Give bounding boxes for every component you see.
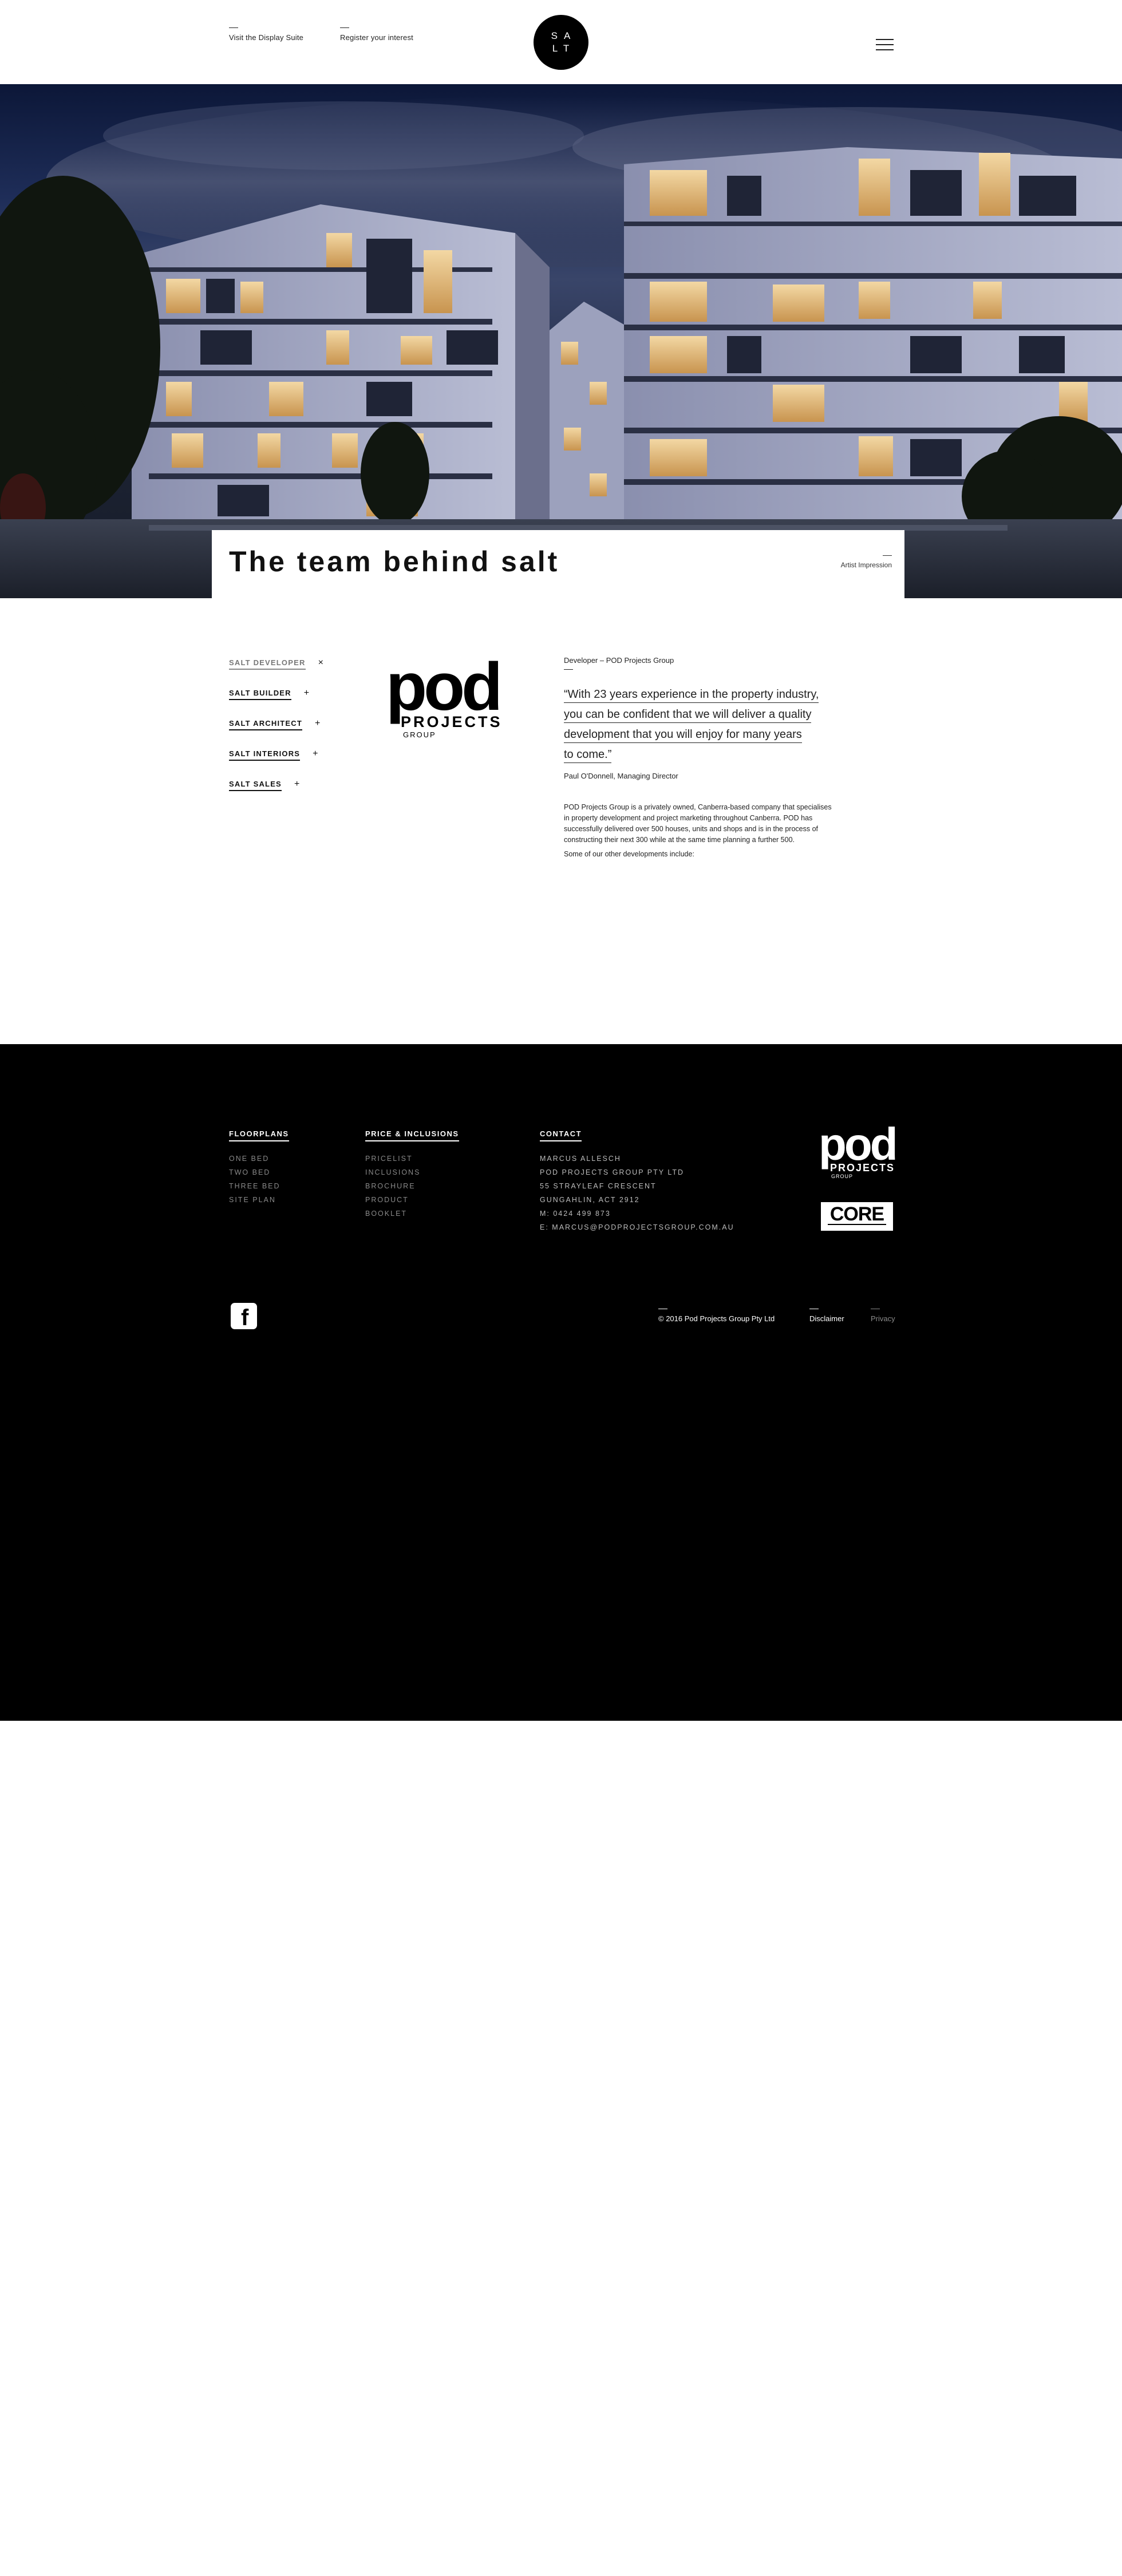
team-tab-developer[interactable]: SALT DEVELOPER × <box>229 658 343 689</box>
team-tab-sales[interactable]: SALT SALES + <box>229 780 343 810</box>
privacy-link[interactable]: Privacy <box>871 1309 895 1323</box>
team-tab-label: SALT DEVELOPER <box>229 658 306 670</box>
plus-icon[interactable]: + <box>294 780 299 789</box>
page-title: The team behind salt <box>229 546 560 578</box>
description-line: POD Projects Group is a privately owned,… <box>564 803 832 811</box>
footer-floorplans: FLOORPLANS ONE BED TWO BED THREE BED SIT… <box>229 1129 289 1207</box>
quote-author: Paul O'Donnell, Managing Director <box>564 772 678 780</box>
hamburger-icon[interactable] <box>876 39 894 50</box>
contact-mobile-link[interactable]: M: 0424 499 873 <box>540 1207 734 1220</box>
plus-icon[interactable]: + <box>304 689 309 698</box>
description-line: constructing their next 300 while at the… <box>564 836 795 844</box>
team-tab-label: SALT INTERIORS <box>229 749 301 761</box>
quote-line: to come.” <box>564 748 612 763</box>
developer-description: POD Projects Group is a privately owned,… <box>564 802 862 846</box>
team-tab-architect[interactable]: SALT ARCHITECT + <box>229 719 343 749</box>
quote-line: “With 23 years experience in the propert… <box>564 688 819 703</box>
register-interest-link[interactable]: Register your interest <box>340 27 413 42</box>
salt-logo[interactable]: SA LT <box>534 15 588 70</box>
pod-projects-logo: pod PROJECTS GROUP <box>386 657 503 739</box>
footer-link-one-bed[interactable]: ONE BED <box>229 1152 289 1165</box>
footer-link-pricelist[interactable]: PRICELIST <box>365 1152 459 1165</box>
divider <box>564 669 573 670</box>
footer-heading: CONTACT <box>540 1129 582 1141</box>
team-tab-label: SALT BUILDER <box>229 689 291 700</box>
footer-pod-group: GROUP <box>831 1174 853 1179</box>
contact-suburb: GUNGAHLIN, ACT 2912 <box>540 1196 640 1204</box>
site-header: Visit the Display Suite Register your in… <box>0 0 1122 84</box>
copyright: © 2016 Pod Projects Group Pty Ltd <box>658 1309 775 1323</box>
hero-image <box>0 84 1122 598</box>
quote-line: you can be confident that we will delive… <box>564 708 812 723</box>
logo-line-2: LT <box>552 43 576 54</box>
core-logo: CORE <box>821 1202 893 1231</box>
team-tab-builder[interactable]: SALT BUILDER + <box>229 689 343 719</box>
footer-pod-logo: pod PROJECTS GROUP <box>819 1124 896 1179</box>
contact-company: POD PROJECTS GROUP PTY LTD <box>540 1168 685 1176</box>
contact-street: 55 STRAYLEAF CRESCENT <box>540 1182 657 1190</box>
quote-line: development that you will enjoy for many… <box>564 728 802 743</box>
developer-content: Developer – POD Projects Group “With 23 … <box>564 656 862 858</box>
disclaimer-link[interactable]: Disclaimer <box>809 1309 844 1323</box>
team-tab-label: SALT SALES <box>229 780 282 791</box>
footer-pod-projects: PROJECTS <box>830 1162 895 1174</box>
footer-contact: CONTACT MARCUS ALLESCH POD PROJECTS GROU… <box>540 1129 734 1234</box>
footer-link-three-bed[interactable]: THREE BED <box>229 1179 289 1193</box>
core-logo-text: CORE <box>829 1203 884 1225</box>
footer-link-site-plan[interactable]: SITE PLAN <box>229 1193 289 1207</box>
developer-label: Developer – POD Projects Group <box>564 656 674 665</box>
contact-name: MARCUS ALLESCH <box>540 1155 621 1163</box>
team-tab-label: SALT ARCHITECT <box>229 719 303 730</box>
pod-logo-projects: PROJECTS <box>401 713 503 730</box>
plus-icon[interactable]: + <box>315 719 320 728</box>
footer-link-product[interactable]: PRODUCT <box>365 1193 459 1207</box>
core-logo-underline <box>828 1224 886 1225</box>
footer-link-booklet[interactable]: BOOKLET <box>365 1207 459 1220</box>
footer-heading: FLOORPLANS <box>229 1129 289 1141</box>
team-nav: SALT DEVELOPER × SALT BUILDER + SALT ARC… <box>229 658 343 810</box>
description-line: in property development and project mark… <box>564 814 813 822</box>
footer-heading: PRICE & INCLUSIONS <box>365 1129 459 1141</box>
contact-email-link[interactable]: E: MARCUS@PODPROJECTSGROUP.COM.AU <box>540 1220 734 1234</box>
other-developments-intro: Some of our other developments include: <box>564 850 694 858</box>
team-tab-interiors[interactable]: SALT INTERIORS + <box>229 749 343 780</box>
description-line: successfully delivered over 500 houses, … <box>564 825 819 833</box>
footer-link-inclusions[interactable]: INCLUSIONS <box>365 1165 459 1179</box>
footer-price-inclusions: PRICE & INCLUSIONS PRICELIST INCLUSIONS … <box>365 1129 459 1220</box>
site-footer: FLOORPLANS ONE BED TWO BED THREE BED SIT… <box>0 1044 1122 1721</box>
artist-impression-caption: Artist Impression <box>840 555 892 569</box>
close-icon[interactable]: × <box>318 658 323 667</box>
footer-link-two-bed[interactable]: TWO BED <box>229 1165 289 1179</box>
visit-display-suite-link[interactable]: Visit the Display Suite <box>229 27 303 42</box>
plus-icon[interactable]: + <box>313 749 318 758</box>
building-illustration <box>0 96 1122 598</box>
footer-link-brochure[interactable]: BROCHURE <box>365 1179 459 1193</box>
developer-quote: “With 23 years experience in the propert… <box>564 685 862 765</box>
facebook-icon[interactable]: f <box>231 1303 257 1329</box>
pod-logo-group: GROUP <box>403 730 436 739</box>
logo-line-1: SA <box>551 30 577 41</box>
hero-title-box: The team behind salt Artist Impression <box>212 530 904 598</box>
